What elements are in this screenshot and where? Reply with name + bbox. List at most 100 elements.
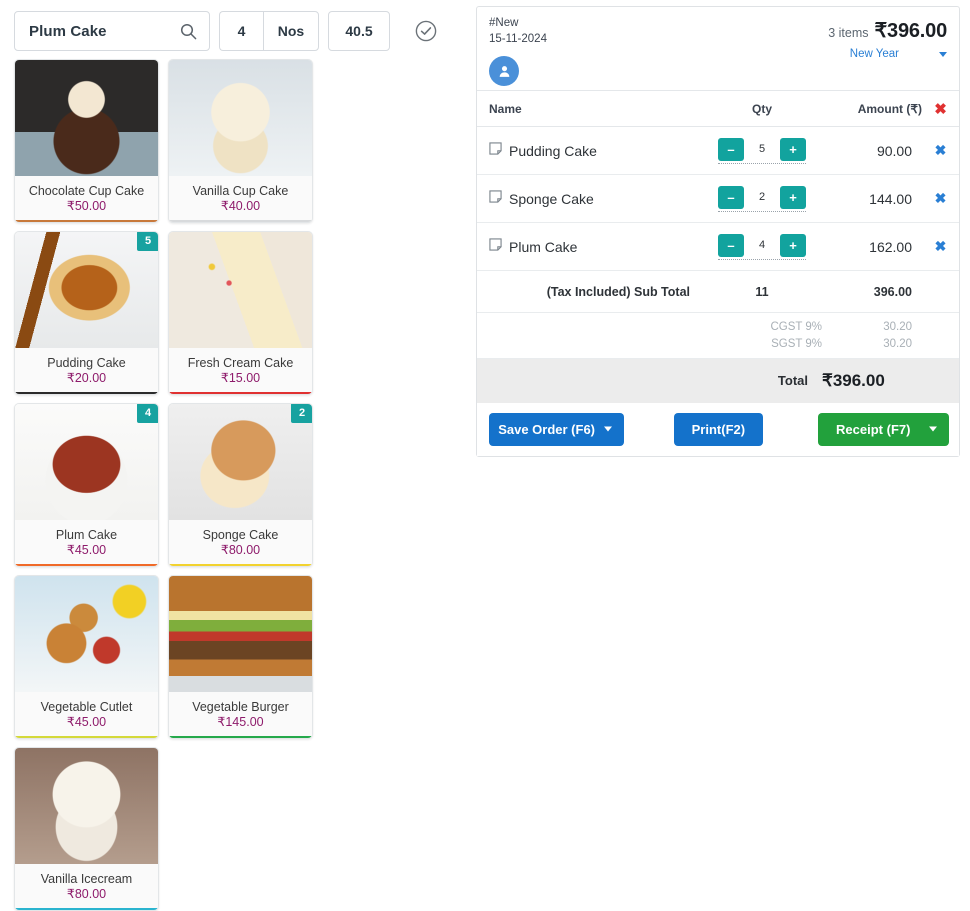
save-order-button[interactable]: Save Order (F6) xyxy=(489,412,625,446)
note-icon[interactable] xyxy=(489,237,502,256)
chevron-down-icon[interactable] xyxy=(604,426,613,432)
quantity-input[interactable]: 4 xyxy=(219,11,263,51)
catalog-pane: Plum Cake 4 Nos 40.5 Chocolate Cup Cake … xyxy=(0,0,472,911)
cart-item-name: Sponge Cake xyxy=(509,190,594,207)
product-card[interactable]: Vegetable Burger ₹145.00 xyxy=(168,575,313,739)
cart-item-qty-cell: –5 + xyxy=(702,127,822,175)
product-image xyxy=(15,576,158,692)
product-name: Sponge Cake xyxy=(202,527,279,542)
product-card[interactable]: Vanilla Icecream ₹80.00 xyxy=(14,747,159,911)
search-input[interactable]: Plum Cake xyxy=(14,11,210,51)
print-button[interactable]: Print(F2) xyxy=(674,412,763,446)
cart-rows: Pudding Cake –5 +90.00 ✖ Sponge Cake –2 +144.0… xyxy=(477,127,959,271)
increase-qty-button[interactable]: + xyxy=(780,185,806,209)
qty-value[interactable]: 5 xyxy=(744,143,780,155)
close-icon: ✖ xyxy=(934,141,947,158)
tax-spacer-right xyxy=(922,313,959,359)
decrease-qty-button[interactable]: – xyxy=(718,137,744,161)
product-meta: Vegetable Burger ₹145.00 xyxy=(169,692,312,738)
tax-row: CGST 9% SGST 9% 30.20 30.20 xyxy=(477,313,959,359)
product-card[interactable]: 4 Plum Cake ₹45.00 xyxy=(14,403,159,567)
cart-item-qty-cell: –2 + xyxy=(702,175,822,223)
order-pane: #New 15-11-2024 3 items ₹396.00 New Year… xyxy=(472,0,966,583)
decrease-qty-button[interactable]: – xyxy=(718,185,744,209)
quantity-stepper: –2 + xyxy=(718,185,806,212)
subtotal-amount: 396.00 xyxy=(873,284,912,299)
print-label: Print(F2) xyxy=(691,421,746,437)
product-grid: Chocolate Cup Cake ₹50.00 Vanilla Cup Cake… xyxy=(8,59,464,911)
product-price: ₹45.00 xyxy=(66,714,107,729)
order-card: #New 15-11-2024 3 items ₹396.00 New Year… xyxy=(476,6,960,457)
clear-all-items-button[interactable]: ✖ xyxy=(922,91,959,127)
order-header: #New 15-11-2024 3 items ₹396.00 New Year xyxy=(477,7,959,90)
note-icon[interactable] xyxy=(489,189,502,208)
product-accent-bar xyxy=(15,563,158,566)
customer-avatar-button[interactable] xyxy=(489,56,519,87)
product-card[interactable]: Fresh Cream Cake ₹15.00 xyxy=(168,231,313,395)
cart-item-amount: 162.00 xyxy=(869,238,912,255)
tax-amount: 30.20 xyxy=(883,337,912,350)
cart-footer: (Tax Included) Sub Total 11 396.00 CGST … xyxy=(477,271,959,403)
cart-item-amount: 90.00 xyxy=(876,142,912,159)
chevron-down-icon[interactable] xyxy=(929,426,937,432)
product-meta: Vegetable Cutlet ₹45.00 xyxy=(15,692,158,738)
save-order-label: Save Order (F6) xyxy=(498,421,596,437)
increase-qty-button[interactable]: + xyxy=(780,137,806,161)
receipt-button[interactable]: Receipt (F7) xyxy=(817,412,949,446)
customer-select-value: New Year xyxy=(849,48,899,60)
remove-item-button[interactable]: ✖ xyxy=(922,223,959,271)
product-name: Pudding Cake xyxy=(47,355,126,370)
product-price: ₹80.00 xyxy=(66,886,107,901)
product-image xyxy=(169,232,312,348)
tax-amounts: 30.20 30.20 xyxy=(822,313,922,359)
tax-labels: CGST 9% SGST 9% xyxy=(702,313,822,359)
cart-item-name-cell: Pudding Cake xyxy=(477,127,702,175)
product-card[interactable]: Vanilla Cup Cake ₹40.00 xyxy=(168,59,313,223)
total-label: Total xyxy=(777,373,808,389)
increase-qty-button[interactable]: + xyxy=(780,233,806,257)
close-icon: ✖ xyxy=(934,100,947,118)
column-header-name: Name xyxy=(489,101,522,116)
product-accent-bar xyxy=(169,563,312,566)
search-icon[interactable] xyxy=(180,23,197,40)
product-name: Vanilla Icecream xyxy=(40,871,133,886)
product-card[interactable]: Chocolate Cup Cake ₹50.00 xyxy=(14,59,159,223)
cart-row: Sponge Cake –2 +144.00 ✖ xyxy=(477,175,959,223)
qty-value[interactable]: 4 xyxy=(744,239,780,251)
tax-label: SGST 9% xyxy=(771,337,822,350)
qty-value[interactable]: 2 xyxy=(744,191,780,203)
rate-input[interactable]: 40.5 xyxy=(328,11,390,51)
customer-select[interactable]: New Year xyxy=(828,48,947,60)
subtotal-qty: 11 xyxy=(755,284,769,299)
quantity-stepper: –4 + xyxy=(718,233,806,260)
total-spacer-right xyxy=(922,359,959,403)
unit-select[interactable]: Nos xyxy=(263,11,319,51)
confirm-item-button[interactable] xyxy=(413,18,439,44)
product-image xyxy=(169,60,312,176)
product-meta: Sponge Cake ₹80.00 xyxy=(169,520,312,566)
quantity-stepper: –5 + xyxy=(718,137,806,164)
product-card[interactable]: 5 Pudding Cake ₹20.00 xyxy=(14,231,159,395)
decrease-qty-button[interactable]: – xyxy=(718,233,744,257)
order-summary: 3 items ₹396.00 New Year xyxy=(828,16,947,86)
close-icon: ✖ xyxy=(934,237,947,254)
cart-item-name: Plum Cake xyxy=(509,238,578,255)
remove-item-button[interactable]: ✖ xyxy=(922,175,959,223)
product-qty-badge: 2 xyxy=(291,404,312,423)
close-icon: ✖ xyxy=(934,189,947,206)
product-name: Vegetable Cutlet xyxy=(40,699,133,714)
product-accent-bar xyxy=(15,391,158,394)
product-card[interactable]: Vegetable Cutlet ₹45.00 xyxy=(14,575,159,739)
product-accent-bar xyxy=(15,907,158,910)
product-price: ₹20.00 xyxy=(66,370,107,385)
product-price: ₹15.00 xyxy=(220,370,261,385)
product-card[interactable]: 2 Sponge Cake ₹80.00 xyxy=(168,403,313,567)
pos-app: Plum Cake 4 Nos 40.5 Chocolate Cup Cake … xyxy=(0,0,970,911)
note-icon[interactable] xyxy=(489,141,502,160)
product-meta: Plum Cake ₹45.00 xyxy=(15,520,158,566)
receipt-label: Receipt (F7) xyxy=(836,421,911,437)
remove-item-button[interactable]: ✖ xyxy=(922,127,959,175)
chevron-down-icon xyxy=(939,51,947,57)
product-meta: Pudding Cake ₹20.00 xyxy=(15,348,158,394)
subtotal-spacer xyxy=(922,271,959,313)
